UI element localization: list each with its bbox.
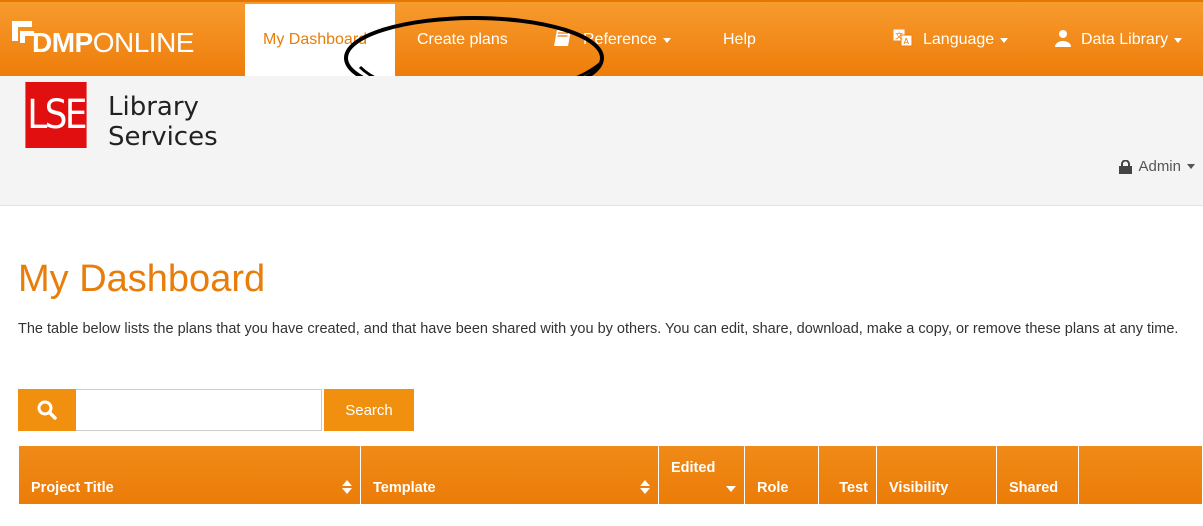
book-icon bbox=[553, 29, 573, 52]
svg-text:A: A bbox=[904, 37, 910, 46]
lse-logo[interactable]: LSE bbox=[25, 82, 87, 148]
col-test-label: Test bbox=[839, 480, 868, 496]
col-actions bbox=[1079, 446, 1203, 506]
admin-menu[interactable]: Admin bbox=[1119, 158, 1195, 175]
nav-help-label: Help bbox=[723, 31, 756, 48]
logo-bold-text: DMP bbox=[32, 27, 93, 58]
col-visibility[interactable]: Visibility bbox=[877, 446, 997, 506]
search-icon bbox=[18, 389, 76, 431]
user-icon bbox=[1055, 29, 1071, 52]
col-role-label: Role bbox=[757, 480, 789, 496]
org-name: Library Services bbox=[108, 92, 218, 152]
chevron-down-icon bbox=[1174, 37, 1183, 43]
col-template-label: Template bbox=[373, 480, 436, 496]
intro-text: The table below lists the plans that you… bbox=[18, 321, 1179, 337]
nav-reference-label: Reference bbox=[583, 31, 657, 48]
col-project-title[interactable]: Project Title bbox=[19, 446, 361, 506]
col-project-title-label: Project Title bbox=[31, 480, 114, 496]
search-button[interactable]: Search bbox=[324, 389, 414, 431]
nav-language[interactable]: 文A Language bbox=[875, 4, 1026, 76]
svg-text:文: 文 bbox=[895, 30, 903, 40]
nav-my-dashboard-label: My Dashboard bbox=[263, 31, 368, 48]
col-edited-label: Edited bbox=[671, 460, 716, 476]
org-name-line1: Library bbox=[108, 92, 199, 122]
logo-light-text: ONLINE bbox=[92, 27, 195, 58]
dmp-logo-mark-icon bbox=[10, 21, 40, 55]
nav-user-label: Data Library bbox=[1081, 31, 1169, 48]
sort-icon bbox=[640, 480, 650, 494]
col-edited[interactable]: Edited bbox=[659, 446, 745, 506]
nav-language-label: Language bbox=[923, 31, 995, 48]
table-row-partial bbox=[18, 506, 1203, 526]
search-input[interactable] bbox=[76, 389, 322, 431]
sort-down-icon bbox=[726, 486, 736, 492]
chevron-down-icon bbox=[1187, 164, 1195, 169]
col-template[interactable]: Template bbox=[361, 446, 659, 506]
col-shared[interactable]: Shared bbox=[997, 446, 1079, 506]
col-shared-label: Shared bbox=[1009, 480, 1059, 496]
chevron-down-icon bbox=[1000, 37, 1009, 43]
col-visibility-label: Visibility bbox=[889, 480, 949, 496]
top-navbar: DMPONLINE My Dashboard Create plans Refe… bbox=[0, 0, 1203, 76]
language-icon: 文A bbox=[893, 29, 913, 52]
chevron-down-icon bbox=[662, 37, 671, 43]
lse-logo-text: LSE bbox=[27, 92, 87, 138]
col-test[interactable]: Test bbox=[819, 446, 877, 506]
col-role[interactable]: Role bbox=[745, 446, 819, 506]
search-bar: Search bbox=[18, 389, 414, 431]
nav-create-plans[interactable]: Create plans bbox=[399, 4, 526, 76]
lock-icon bbox=[1119, 159, 1133, 174]
dmponline-logo[interactable]: DMPONLINE bbox=[10, 12, 194, 64]
nav-help[interactable]: Help bbox=[705, 4, 774, 76]
sort-icon bbox=[342, 480, 352, 494]
nav-my-dashboard[interactable]: My Dashboard bbox=[245, 4, 395, 76]
nav-reference[interactable]: Reference bbox=[535, 4, 689, 76]
page-title: My Dashboard bbox=[18, 258, 266, 300]
admin-label: Admin bbox=[1138, 158, 1181, 175]
nav-create-plans-label: Create plans bbox=[417, 31, 508, 48]
plans-table-header: Project Title Template Edited Role Test … bbox=[18, 445, 1203, 506]
org-name-line2: Services bbox=[108, 122, 218, 152]
nav-user-menu[interactable]: Data Library bbox=[1037, 4, 1200, 76]
